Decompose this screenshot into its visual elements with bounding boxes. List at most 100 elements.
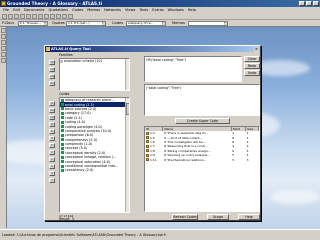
operator-cooccur-button[interactable]: C xyxy=(49,157,55,162)
code-icon xyxy=(61,111,64,115)
new-icon[interactable] xyxy=(2,14,7,19)
undo-button[interactable]: Undo xyxy=(244,70,260,76)
code-item[interactable]: consistency (2-0) xyxy=(60,168,129,172)
create-super-code-button[interactable]: Create Super Code xyxy=(175,118,230,124)
query-tool-icon[interactable] xyxy=(56,14,61,19)
undo-icon[interactable] xyxy=(44,14,49,19)
query-tool-icon xyxy=(46,47,50,51)
pdocs-dropdown[interactable]: P 1: Strauss... xyxy=(18,21,48,26)
families-label: Families xyxy=(59,53,73,57)
link-icon[interactable] xyxy=(0,46,6,51)
table-row[interactable]: 1:11 It 'Pre-theoretical relations... 5 3 xyxy=(145,157,259,162)
help-button[interactable]: Help xyxy=(238,214,260,220)
codes-label: Codes xyxy=(112,21,124,25)
operator-not-button[interactable]: NO xyxy=(49,81,55,86)
families-scrollbar[interactable] xyxy=(125,59,129,90)
redo-button[interactable]: Redo xyxy=(244,63,260,69)
codes-label: Codes xyxy=(59,92,70,96)
memos-label: Memos xyxy=(172,21,185,25)
refresh-codes-button[interactable]: Refresh Codes xyxy=(172,214,198,220)
operator-encloses-button[interactable]: E xyxy=(49,129,55,134)
code-icon xyxy=(61,98,64,102)
status-bar: Loaded: C:\Archivos de programa\Scientif… xyxy=(0,229,320,240)
minimize-button[interactable] xyxy=(299,1,305,6)
family-icon xyxy=(60,59,63,63)
code-icon xyxy=(61,120,64,124)
status-text: Loaded: C:\Archivos de programa\Scientif… xyxy=(2,233,166,237)
code-icon xyxy=(61,129,64,133)
paste-icon[interactable] xyxy=(38,14,43,19)
vertical-toolbar xyxy=(0,27,7,228)
operator-and-button[interactable]: AN xyxy=(49,74,55,79)
code-icon xyxy=(61,133,64,137)
close-button[interactable] xyxy=(313,1,319,6)
operator-up-button[interactable]: UP xyxy=(49,115,55,120)
network-icon[interactable] xyxy=(50,14,55,19)
code-icon[interactable] xyxy=(0,28,6,33)
codes-scrollbar[interactable] xyxy=(125,98,129,212)
operator-overlaps-button[interactable]: O xyxy=(49,136,55,141)
quotes-dropdown[interactable]: 1:1 It S (ext...) xyxy=(66,21,106,26)
codes-dropdown[interactable]: adequacy of re... xyxy=(126,21,166,26)
quotation-icon xyxy=(146,144,149,148)
family-item[interactable]: evaluation criteria (10) xyxy=(60,59,129,63)
main-toolbar xyxy=(0,13,320,20)
open-icon[interactable] xyxy=(8,14,13,19)
maximize-button[interactable] xyxy=(306,1,312,6)
search-icon[interactable] xyxy=(62,14,67,19)
code-icon xyxy=(61,138,64,142)
operator-adjacent-button[interactable]: A xyxy=(49,164,55,169)
print-icon[interactable] xyxy=(20,14,25,19)
query-tool-dialog: ATLAS.ti Query Tool × Families evaluatio… xyxy=(44,45,261,221)
quote-icon[interactable] xyxy=(0,34,6,39)
dialog-title: ATLAS.ti Query Tool xyxy=(51,47,91,51)
window-controls xyxy=(299,1,319,6)
code-icon xyxy=(61,116,64,120)
codes-list[interactable]: adequacy of research proce... axial codi… xyxy=(59,97,130,213)
families-list[interactable]: evaluation criteria (10) xyxy=(59,58,130,91)
memos-dropdown[interactable] xyxy=(188,21,228,26)
dialog-titlebar: ATLAS.ti Query Tool × xyxy=(45,46,260,52)
results-table: ID Name Start Size 1:2 It 'There is essen… xyxy=(145,127,259,162)
quotation-icon xyxy=(146,140,149,144)
clear-button[interactable]: Clear xyxy=(244,56,260,62)
term-stack-area[interactable]: ("axial coding","Tree") xyxy=(144,84,260,116)
results-list[interactable]: ID Name Start Size 1:2 It 'There is essen… xyxy=(144,126,260,212)
cut-icon[interactable] xyxy=(26,14,31,19)
operator-sub-button[interactable]: SU xyxy=(49,108,55,113)
code-icon xyxy=(61,155,64,159)
quotation-icon xyxy=(146,136,149,140)
codes-scroll-thumb[interactable] xyxy=(126,103,129,115)
operator-follows-button[interactable]: F xyxy=(49,143,55,148)
operator-precedes-button[interactable]: P xyxy=(49,150,55,155)
code-icon xyxy=(61,103,64,107)
marker-icon[interactable] xyxy=(0,52,6,57)
pdocs-label: P-Docs xyxy=(2,21,15,25)
result-label: Result: xyxy=(59,217,71,221)
operator-eq-button[interactable]: = xyxy=(49,178,55,183)
code-icon xyxy=(61,151,64,155)
operator-within-button[interactable]: W xyxy=(49,122,55,127)
operator-xor-button[interactable]: XO xyxy=(49,67,55,72)
code-icon xyxy=(61,160,64,164)
operator-or-button[interactable]: OR xyxy=(49,60,55,65)
term-line: ("axial coding","Tree") xyxy=(146,86,182,90)
quotation-icon xyxy=(146,149,149,153)
operator-cut-button[interactable]: X xyxy=(49,171,55,176)
code-icon xyxy=(61,146,64,150)
background-cloud xyxy=(270,190,320,204)
app-titlebar: Grounded Theory - A Glossary - ATLAS.ti xyxy=(0,0,320,7)
copy-icon[interactable] xyxy=(32,14,37,19)
code-icon xyxy=(61,125,64,129)
memo-icon[interactable] xyxy=(0,40,6,45)
help-icon[interactable] xyxy=(68,14,73,19)
query-expression-area[interactable]: OR("axial coding","Tree") xyxy=(144,56,242,82)
dialog-close-button[interactable]: × xyxy=(254,46,259,52)
scope-button[interactable]: Scope xyxy=(207,214,229,220)
code-icon xyxy=(61,107,64,111)
save-icon[interactable] xyxy=(14,14,19,19)
operator-sib-button[interactable]: SI xyxy=(49,101,55,106)
result-count: 5 xyxy=(72,217,75,221)
font-icon[interactable] xyxy=(0,58,6,63)
code-icon xyxy=(61,168,64,172)
